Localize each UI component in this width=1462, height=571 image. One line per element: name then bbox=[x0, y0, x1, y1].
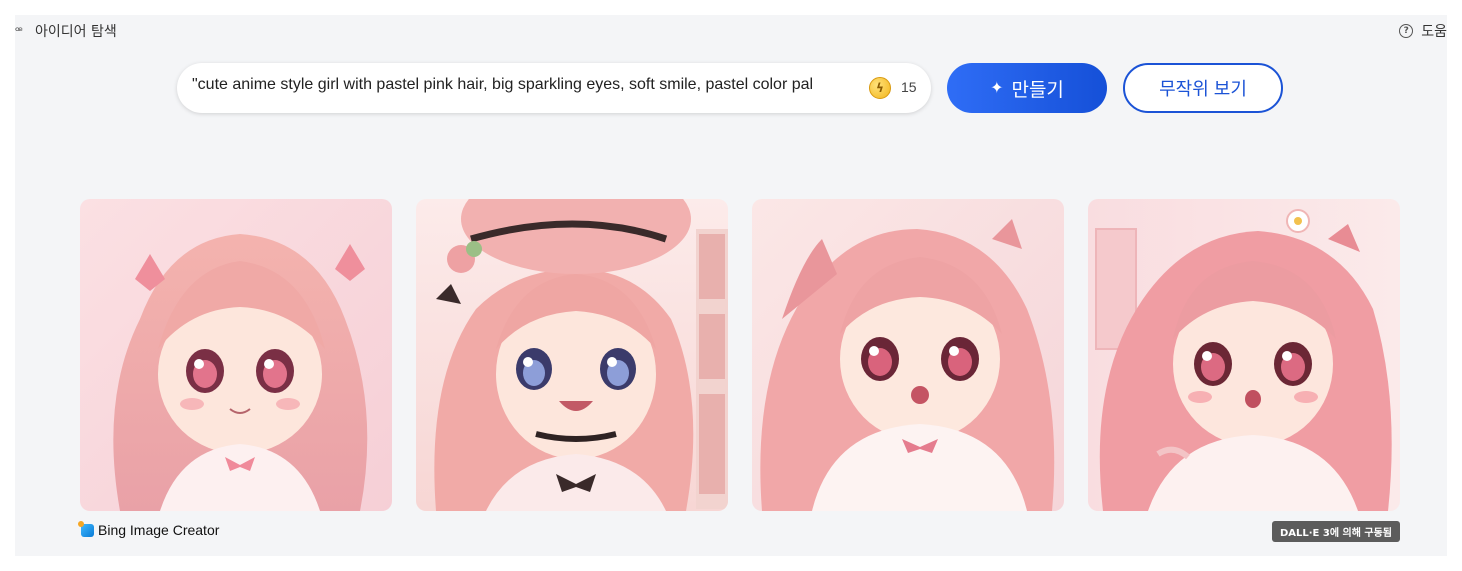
bookmark-icon: ꟹ bbox=[15, 24, 23, 38]
explore-ideas-label: 아이디어 탐색 bbox=[35, 24, 117, 40]
surprise-me-button[interactable]: 무작위 보기 bbox=[1123, 63, 1283, 113]
image-sparkle-icon: ✦ bbox=[990, 80, 1004, 97]
generated-image-1[interactable] bbox=[80, 199, 392, 511]
top-nav: ꟹ 아이디어 탐색 ? 도움 bbox=[15, 15, 1447, 45]
boost-count: 15 bbox=[901, 79, 917, 95]
powered-by-badge: DALL·E 3에 의해 구동됨 bbox=[1271, 521, 1400, 542]
page-frame: ꟹ 아이디어 탐색 ? 도움 "cute anime style girl wi… bbox=[15, 15, 1447, 556]
image-gallery bbox=[80, 199, 1400, 511]
bing-brand[interactable]: Bing Image Creator bbox=[78, 520, 220, 538]
prompt-input[interactable]: "cute anime style girl with pastel pink … bbox=[192, 76, 818, 100]
create-button[interactable]: ✦ 만들기 bbox=[947, 63, 1107, 113]
help-label: 도움 bbox=[1421, 24, 1447, 40]
prompt-search-box: "cute anime style girl with pastel pink … bbox=[177, 63, 931, 113]
bing-image-creator-icon bbox=[78, 520, 94, 537]
boost-coin-icon[interactable]: ϟ bbox=[869, 77, 891, 99]
generated-image-4[interactable] bbox=[1088, 199, 1400, 511]
help-link[interactable]: ? 도움 bbox=[1399, 21, 1447, 41]
generated-image-2[interactable] bbox=[416, 199, 728, 511]
anime-girl-image bbox=[416, 199, 728, 511]
surprise-me-label: 무작위 보기 bbox=[1159, 79, 1247, 99]
anime-girl-image bbox=[752, 199, 1064, 511]
anime-girl-image bbox=[1088, 199, 1400, 511]
brand-label: Bing Image Creator bbox=[98, 522, 220, 538]
help-icon: ? bbox=[1399, 24, 1414, 38]
anime-girl-image bbox=[80, 199, 392, 511]
create-button-label: 만들기 bbox=[1011, 79, 1064, 101]
generated-image-3[interactable] bbox=[752, 199, 1064, 511]
explore-ideas-link[interactable]: ꟹ 아이디어 탐색 bbox=[15, 21, 117, 41]
